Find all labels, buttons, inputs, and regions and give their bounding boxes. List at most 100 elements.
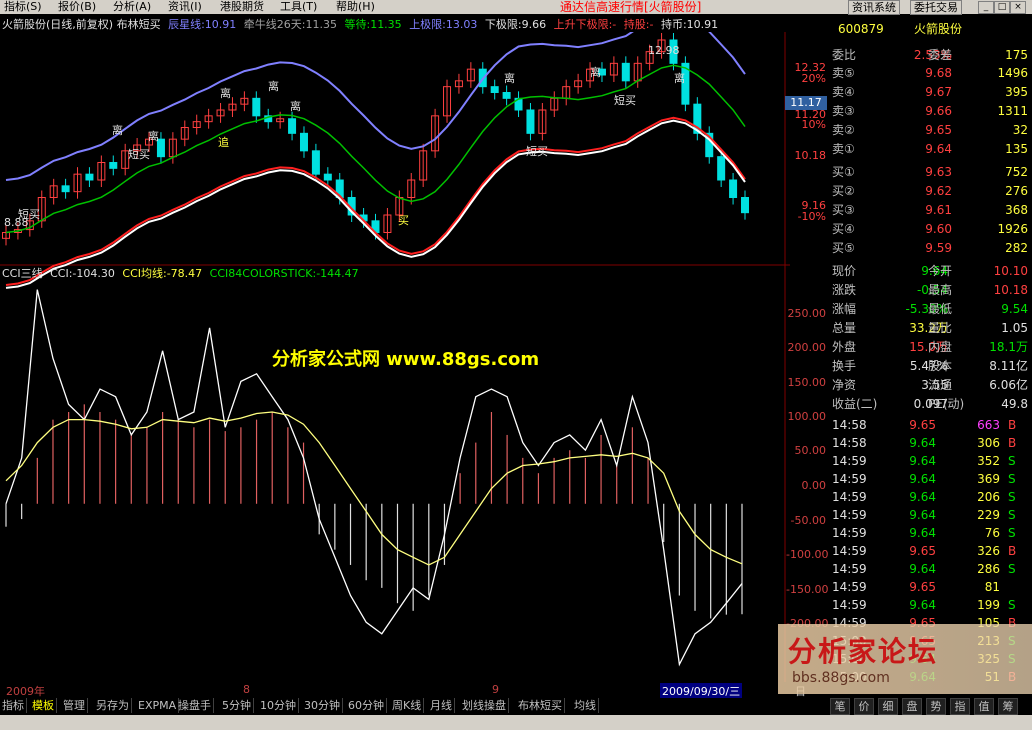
quote-row: 涨幅 -5.30% 最低 9.54 bbox=[828, 300, 1030, 318]
minimize-icon[interactable]: _ bbox=[978, 1, 994, 14]
buy-price: 9.61 bbox=[925, 203, 952, 217]
tick-time: 14:59 bbox=[832, 490, 867, 504]
quote-label: 外盘 bbox=[832, 340, 857, 354]
tab-template[interactable]: 模板 bbox=[30, 698, 57, 713]
menu-item-info[interactable]: 资讯(I) bbox=[168, 0, 202, 14]
weicha-value: 175 bbox=[1005, 48, 1028, 62]
tab-5min[interactable]: 5分钟 bbox=[220, 698, 254, 713]
stock-name: 火箭股份 bbox=[914, 22, 963, 36]
tab-price[interactable]: 价 bbox=[854, 698, 874, 715]
forum-logo: 分析家论坛 bbs.88gs.com bbox=[778, 624, 1032, 694]
tab-manage[interactable]: 管理 bbox=[61, 698, 88, 713]
tab-save-as[interactable]: 另存为 bbox=[94, 698, 132, 713]
cci-title: CCI三线 bbox=[2, 267, 43, 280]
candle-body bbox=[490, 86, 499, 94]
buy-price: 9.60 bbox=[925, 222, 952, 236]
tab-trader[interactable]: 操盘手 bbox=[176, 698, 214, 713]
candle-body bbox=[323, 173, 332, 181]
menu-item-indicator[interactable]: 指标(S) bbox=[4, 0, 42, 14]
tab-chips[interactable]: 筹 bbox=[998, 698, 1018, 715]
tick-time: 14:59 bbox=[832, 472, 867, 486]
tick-volume: 206 bbox=[977, 490, 1000, 504]
tab-trades[interactable]: 笔 bbox=[830, 698, 850, 715]
pct-axis-label: -10% bbox=[797, 210, 826, 223]
candle-body bbox=[85, 173, 94, 181]
menu-item-hk-futures[interactable]: 港股期货 bbox=[220, 0, 264, 14]
tab-book[interactable]: 盘 bbox=[902, 698, 922, 715]
tick-side: B bbox=[1008, 544, 1017, 558]
sell-order-row: 卖① 9.64 135 bbox=[828, 140, 1030, 158]
tab-weekly[interactable]: 周K线 bbox=[390, 698, 425, 713]
buy-volume: 282 bbox=[1005, 241, 1028, 255]
cci-avg-line bbox=[5, 411, 743, 566]
info-system-button[interactable]: 资讯系统 bbox=[848, 0, 900, 15]
duanmai-label: 短买 bbox=[128, 148, 150, 161]
price-axis-label: 10.18 bbox=[794, 149, 827, 162]
tick-row: 14:59 9.64 206 S bbox=[828, 488, 1030, 506]
menu-item-analysis[interactable]: 分析(A) bbox=[113, 0, 151, 14]
current-price-tag: 11.17 bbox=[785, 96, 827, 110]
tab-expma[interactable]: EXPMA bbox=[136, 698, 180, 713]
buy-order-row: 买④ 9.60 1926 bbox=[828, 220, 1030, 238]
tab-detail[interactable]: 细 bbox=[878, 698, 898, 715]
sell-volume: 135 bbox=[1005, 142, 1028, 156]
close-icon[interactable]: × bbox=[1010, 1, 1026, 14]
buy-order-row: 买③ 9.61 368 bbox=[828, 201, 1030, 219]
li-label: 离 bbox=[290, 100, 301, 113]
maximize-icon[interactable]: □ bbox=[994, 1, 1010, 14]
tab-draw-trade[interactable]: 划线操盘 bbox=[460, 698, 509, 713]
tick-side: B bbox=[1008, 436, 1017, 450]
sell-label: 卖⑤ bbox=[832, 66, 855, 80]
cursor-date: 2009/09/30/三 bbox=[660, 683, 743, 699]
menu-item-help[interactable]: 帮助(H) bbox=[336, 0, 375, 14]
cci-axis-label: -150.00 bbox=[786, 583, 829, 596]
cci-header: CCI三线 CCI:-104.30 CCI均线:-78.47 CCI84COLO… bbox=[2, 267, 363, 281]
cci-value: CCI:-104.30 bbox=[50, 267, 115, 280]
zhui-label: 追 bbox=[218, 136, 229, 149]
tab-30min[interactable]: 30分钟 bbox=[302, 698, 343, 713]
tab-monthly[interactable]: 月线 bbox=[428, 698, 455, 713]
tick-side: S bbox=[1008, 508, 1016, 522]
tab-ma[interactable]: 均线 bbox=[572, 698, 599, 713]
menu-item-quote[interactable]: 报价(B) bbox=[58, 0, 96, 14]
quote-label: 流通 bbox=[928, 378, 953, 392]
high-price-label: 12.98 bbox=[648, 44, 680, 57]
tab-60min[interactable]: 60分钟 bbox=[346, 698, 387, 713]
sell-price: 9.64 bbox=[925, 142, 952, 156]
tick-row: 14:59 9.65 81 bbox=[828, 578, 1030, 596]
pct-axis-label: 10% bbox=[801, 118, 826, 131]
tick-time: 14:59 bbox=[832, 526, 867, 540]
tick-row: 14:59 9.64 369 S bbox=[828, 470, 1030, 488]
tick-price: 9.65 bbox=[909, 580, 936, 594]
cci-axis-label: 150.00 bbox=[787, 376, 827, 389]
lower-band-line bbox=[5, 116, 746, 286]
stock-title-row: 600879 火箭股份 bbox=[828, 20, 1030, 38]
quote-value: 49.8 bbox=[1001, 397, 1028, 411]
tick-price: 9.64 bbox=[909, 508, 936, 522]
tick-volume: 76 bbox=[984, 526, 1000, 540]
tab-indicator[interactable]: 指标 bbox=[0, 698, 27, 713]
tab-value[interactable]: 值 bbox=[974, 698, 994, 715]
buy-volume: 752 bbox=[1005, 165, 1028, 179]
tab-boll-buy[interactable]: 布林短买 bbox=[516, 698, 565, 713]
trade-button[interactable]: 委托交易 bbox=[910, 0, 962, 15]
quote-label: 最高 bbox=[928, 283, 953, 297]
tick-time: 14:59 bbox=[832, 562, 867, 576]
cci-axis-label: 250.00 bbox=[787, 307, 827, 320]
tick-volume: 326 bbox=[977, 544, 1000, 558]
lower-limit-line bbox=[5, 119, 746, 289]
cci-avg-value: CCI均线:-78.47 bbox=[122, 267, 203, 280]
tab-index[interactable]: 指 bbox=[950, 698, 970, 715]
tick-time: 14:59 bbox=[832, 580, 867, 594]
tab-10min[interactable]: 10分钟 bbox=[258, 698, 299, 713]
chart-header: 火箭股份(日线,前复权) 布林短买 辰星线:10.91 牵牛线26天:11.35… bbox=[2, 18, 722, 32]
menu-item-tools[interactable]: 工具(T) bbox=[280, 0, 317, 14]
buy-volume: 368 bbox=[1005, 203, 1028, 217]
logo-text: 分析家论坛 bbox=[788, 635, 939, 668]
cci-axis-label: 50.00 bbox=[794, 444, 827, 457]
quote-row: 总量 33.2万 量比 1.05 bbox=[828, 319, 1030, 337]
quote-label: 净资 bbox=[832, 378, 857, 392]
tick-side: S bbox=[1008, 490, 1016, 504]
buy-volume: 276 bbox=[1005, 184, 1028, 198]
tab-trend[interactable]: 势 bbox=[926, 698, 946, 715]
